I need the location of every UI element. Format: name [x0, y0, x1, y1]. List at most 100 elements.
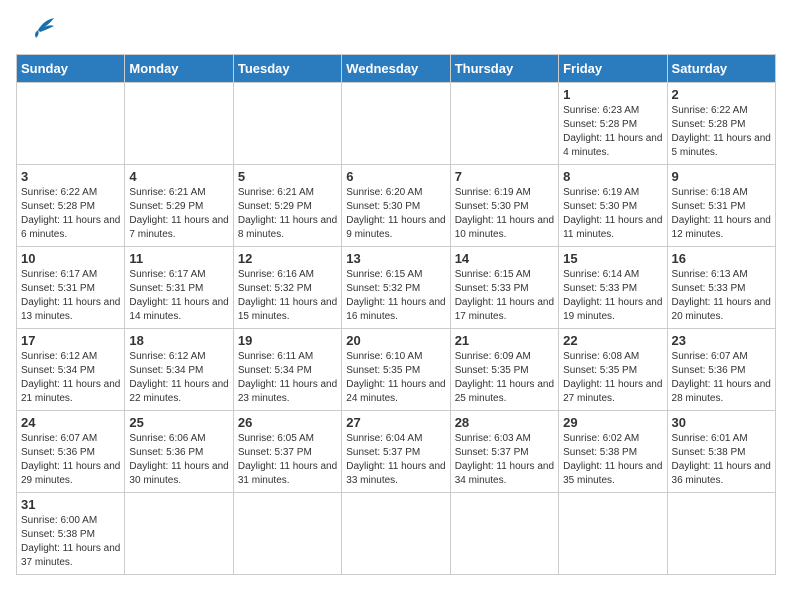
calendar-cell: 23 Sunrise: 6:07 AM Sunset: 5:36 PM Dayli… [667, 329, 775, 411]
day-info: Sunrise: 6:01 AM Sunset: 5:38 PM Dayligh… [672, 432, 771, 488]
calendar-week-row: 24 Sunrise: 6:07 AM Sunset: 5:36 PM Dayli… [17, 411, 776, 493]
calendar-cell: 28 Sunrise: 6:03 AM Sunset: 5:37 PM Dayli… [450, 411, 558, 493]
day-number: 25 [129, 415, 228, 430]
day-info: Sunrise: 6:07 AM Sunset: 5:36 PM Dayligh… [672, 350, 771, 406]
day-info: Sunrise: 6:20 AM Sunset: 5:30 PM Dayligh… [346, 186, 445, 242]
day-number: 23 [672, 333, 771, 348]
calendar-week-row: 31 Sunrise: 6:00 AM Sunset: 5:38 PM Dayli… [17, 493, 776, 575]
day-of-week-header: Thursday [450, 55, 558, 83]
day-number: 15 [563, 251, 662, 266]
day-of-week-header: Tuesday [233, 55, 341, 83]
calendar-cell [17, 83, 125, 165]
calendar-cell [233, 83, 341, 165]
calendar-cell [559, 493, 667, 575]
day-info: Sunrise: 6:12 AM Sunset: 5:34 PM Dayligh… [21, 350, 120, 406]
day-info: Sunrise: 6:11 AM Sunset: 5:34 PM Dayligh… [238, 350, 337, 406]
day-number: 30 [672, 415, 771, 430]
day-number: 18 [129, 333, 228, 348]
day-number: 6 [346, 169, 445, 184]
calendar-cell [450, 493, 558, 575]
calendar-cell: 11Sunrise: 6:17 AM Sunset: 5:31 PM Dayli… [125, 247, 233, 329]
day-of-week-header: Friday [559, 55, 667, 83]
calendar-cell: 12Sunrise: 6:16 AM Sunset: 5:32 PM Dayli… [233, 247, 341, 329]
day-number: 13 [346, 251, 445, 266]
calendar-cell: 24 Sunrise: 6:07 AM Sunset: 5:36 PM Dayli… [17, 411, 125, 493]
calendar-cell: 27Sunrise: 6:04 AM Sunset: 5:37 PM Dayli… [342, 411, 450, 493]
day-number: 2 [672, 87, 771, 102]
calendar-cell: 9 Sunrise: 6:18 AM Sunset: 5:31 PM Daylig… [667, 165, 775, 247]
day-number: 8 [563, 169, 662, 184]
day-info: Sunrise: 6:17 AM Sunset: 5:31 PM Dayligh… [129, 268, 228, 324]
day-of-week-header: Monday [125, 55, 233, 83]
calendar-cell: 7 Sunrise: 6:19 AM Sunset: 5:30 PM Daylig… [450, 165, 558, 247]
day-info: Sunrise: 6:13 AM Sunset: 5:33 PM Dayligh… [672, 268, 771, 324]
calendar-cell: 1 Sunrise: 6:23 AM Sunset: 5:28 PM Daylig… [559, 83, 667, 165]
header [16, 16, 776, 44]
calendar-week-row: 17Sunrise: 6:12 AM Sunset: 5:34 PM Dayli… [17, 329, 776, 411]
calendar-cell: 15 Sunrise: 6:14 AM Sunset: 5:33 PM Dayli… [559, 247, 667, 329]
day-number: 26 [238, 415, 337, 430]
calendar-cell [342, 83, 450, 165]
calendar-table: SundayMondayTuesdayWednesdayThursdayFrid… [16, 54, 776, 575]
day-number: 9 [672, 169, 771, 184]
day-info: Sunrise: 6:03 AM Sunset: 5:37 PM Dayligh… [455, 432, 554, 488]
calendar-cell: 10Sunrise: 6:17 AM Sunset: 5:31 PM Dayli… [17, 247, 125, 329]
day-info: Sunrise: 6:02 AM Sunset: 5:38 PM Dayligh… [563, 432, 662, 488]
day-info: Sunrise: 6:07 AM Sunset: 5:36 PM Dayligh… [21, 432, 120, 488]
day-number: 24 [21, 415, 120, 430]
calendar-cell: 25Sunrise: 6:06 AM Sunset: 5:36 PM Dayli… [125, 411, 233, 493]
calendar-cell: 5Sunrise: 6:21 AM Sunset: 5:29 PM Daylig… [233, 165, 341, 247]
day-number: 16 [672, 251, 771, 266]
day-number: 27 [346, 415, 445, 430]
day-info: Sunrise: 6:22 AM Sunset: 5:28 PM Dayligh… [672, 104, 771, 160]
calendar-cell: 31 Sunrise: 6:00 AM Sunset: 5:38 PM Dayli… [17, 493, 125, 575]
calendar-cell: 20 Sunrise: 6:10 AM Sunset: 5:35 PM Dayli… [342, 329, 450, 411]
calendar-cell [233, 493, 341, 575]
day-info: Sunrise: 6:10 AM Sunset: 5:35 PM Dayligh… [346, 350, 445, 406]
day-of-week-header: Saturday [667, 55, 775, 83]
day-info: Sunrise: 6:19 AM Sunset: 5:30 PM Dayligh… [455, 186, 554, 242]
day-number: 28 [455, 415, 554, 430]
calendar-week-row: 1 Sunrise: 6:23 AM Sunset: 5:28 PM Daylig… [17, 83, 776, 165]
day-number: 20 [346, 333, 445, 348]
day-info: Sunrise: 6:18 AM Sunset: 5:31 PM Dayligh… [672, 186, 771, 242]
day-info: Sunrise: 6:15 AM Sunset: 5:33 PM Dayligh… [455, 268, 554, 324]
calendar-cell: 6 Sunrise: 6:20 AM Sunset: 5:30 PM Daylig… [342, 165, 450, 247]
calendar-cell: 21Sunrise: 6:09 AM Sunset: 5:35 PM Dayli… [450, 329, 558, 411]
calendar-cell [342, 493, 450, 575]
calendar-cell: 13 Sunrise: 6:15 AM Sunset: 5:32 PM Dayli… [342, 247, 450, 329]
day-info: Sunrise: 6:00 AM Sunset: 5:38 PM Dayligh… [21, 514, 120, 570]
calendar-cell [450, 83, 558, 165]
logo [16, 16, 56, 44]
day-number: 7 [455, 169, 554, 184]
day-of-week-header: Sunday [17, 55, 125, 83]
day-number: 4 [129, 169, 228, 184]
day-info: Sunrise: 6:15 AM Sunset: 5:32 PM Dayligh… [346, 268, 445, 324]
calendar-cell [125, 493, 233, 575]
calendar-cell: 29 Sunrise: 6:02 AM Sunset: 5:38 PM Dayli… [559, 411, 667, 493]
day-info: Sunrise: 6:21 AM Sunset: 5:29 PM Dayligh… [129, 186, 228, 242]
day-info: Sunrise: 6:23 AM Sunset: 5:28 PM Dayligh… [563, 104, 662, 160]
day-info: Sunrise: 6:17 AM Sunset: 5:31 PM Dayligh… [21, 268, 120, 324]
calendar-cell: 18 Sunrise: 6:12 AM Sunset: 5:34 PM Dayli… [125, 329, 233, 411]
day-number: 31 [21, 497, 120, 512]
day-number: 22 [563, 333, 662, 348]
calendar-cell: 26 Sunrise: 6:05 AM Sunset: 5:37 PM Dayli… [233, 411, 341, 493]
day-number: 12 [238, 251, 337, 266]
day-info: Sunrise: 6:05 AM Sunset: 5:37 PM Dayligh… [238, 432, 337, 488]
calendar-cell: 17Sunrise: 6:12 AM Sunset: 5:34 PM Dayli… [17, 329, 125, 411]
calendar-cell: 3 Sunrise: 6:22 AM Sunset: 5:28 PM Daylig… [17, 165, 125, 247]
day-number: 21 [455, 333, 554, 348]
day-info: Sunrise: 6:14 AM Sunset: 5:33 PM Dayligh… [563, 268, 662, 324]
header-row: SundayMondayTuesdayWednesdayThursdayFrid… [17, 55, 776, 83]
logo-bird-icon [20, 16, 56, 44]
calendar-cell: 22Sunrise: 6:08 AM Sunset: 5:35 PM Dayli… [559, 329, 667, 411]
calendar-cell [667, 493, 775, 575]
day-number: 1 [563, 87, 662, 102]
calendar-week-row: 3 Sunrise: 6:22 AM Sunset: 5:28 PM Daylig… [17, 165, 776, 247]
day-info: Sunrise: 6:12 AM Sunset: 5:34 PM Dayligh… [129, 350, 228, 406]
day-number: 3 [21, 169, 120, 184]
day-number: 29 [563, 415, 662, 430]
calendar-cell: 4 Sunrise: 6:21 AM Sunset: 5:29 PM Daylig… [125, 165, 233, 247]
day-info: Sunrise: 6:22 AM Sunset: 5:28 PM Dayligh… [21, 186, 120, 242]
